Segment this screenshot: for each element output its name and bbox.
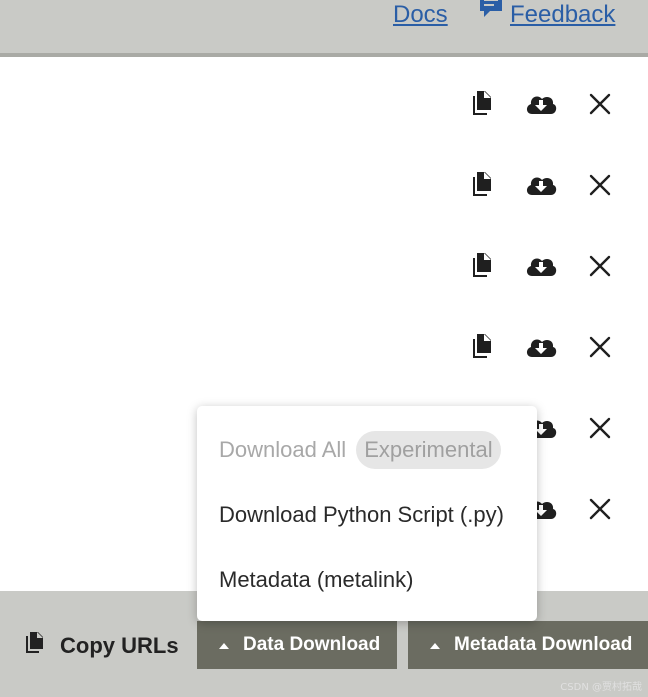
experimental-badge: Experimental [356,431,501,469]
menu-item-metadata-metalink[interactable]: Metadata (metalink) [219,567,413,593]
menu-item-download-all: Download All Experimental [219,431,501,469]
copy-icon[interactable] [470,90,494,121]
feedback-label: Feedback [510,1,616,28]
copy-urls-button[interactable]: Copy URLs [22,631,179,661]
close-icon[interactable] [589,255,611,282]
menu-item-label: Download All [219,437,347,462]
data-download-label: Data Download [243,634,381,655]
list-item [0,144,648,225]
cloud-download-icon[interactable] [524,173,558,202]
list-item [0,63,648,144]
feedback-link[interactable]: Feedback [478,0,616,29]
menu-item-label: Download Python Script (.py) [219,502,504,527]
data-download-button[interactable]: Data Download [197,621,397,669]
menu-item-download-python-script[interactable]: Download Python Script (.py) [219,502,504,528]
top-bar: Docs Feedback [0,0,648,57]
feedback-icon [478,0,504,26]
data-download-menu: Download All Experimental Download Python… [197,406,537,621]
docs-link[interactable]: Docs [393,1,448,29]
close-icon[interactable] [589,93,611,120]
caret-up-icon [430,634,440,656]
close-icon[interactable] [589,174,611,201]
copy-icon[interactable] [470,252,494,283]
metadata-download-button[interactable]: Metadata Download [408,621,648,669]
copy-urls-label: Copy URLs [60,633,179,658]
list-item [0,306,648,387]
watermark: CSDN @贾村拓哉 [560,682,642,693]
metadata-download-label: Metadata Download [454,634,633,655]
cloud-download-icon[interactable] [524,254,558,283]
copy-icon [22,631,46,661]
close-icon[interactable] [589,498,611,525]
copy-icon[interactable] [470,171,494,202]
menu-item-label: Metadata (metalink) [219,567,414,592]
copy-icon[interactable] [470,333,494,364]
close-icon[interactable] [589,417,611,444]
cloud-download-icon[interactable] [524,92,558,121]
list-item [0,225,648,306]
close-icon[interactable] [589,336,611,363]
cloud-download-icon[interactable] [524,335,558,364]
caret-up-icon [219,634,229,656]
